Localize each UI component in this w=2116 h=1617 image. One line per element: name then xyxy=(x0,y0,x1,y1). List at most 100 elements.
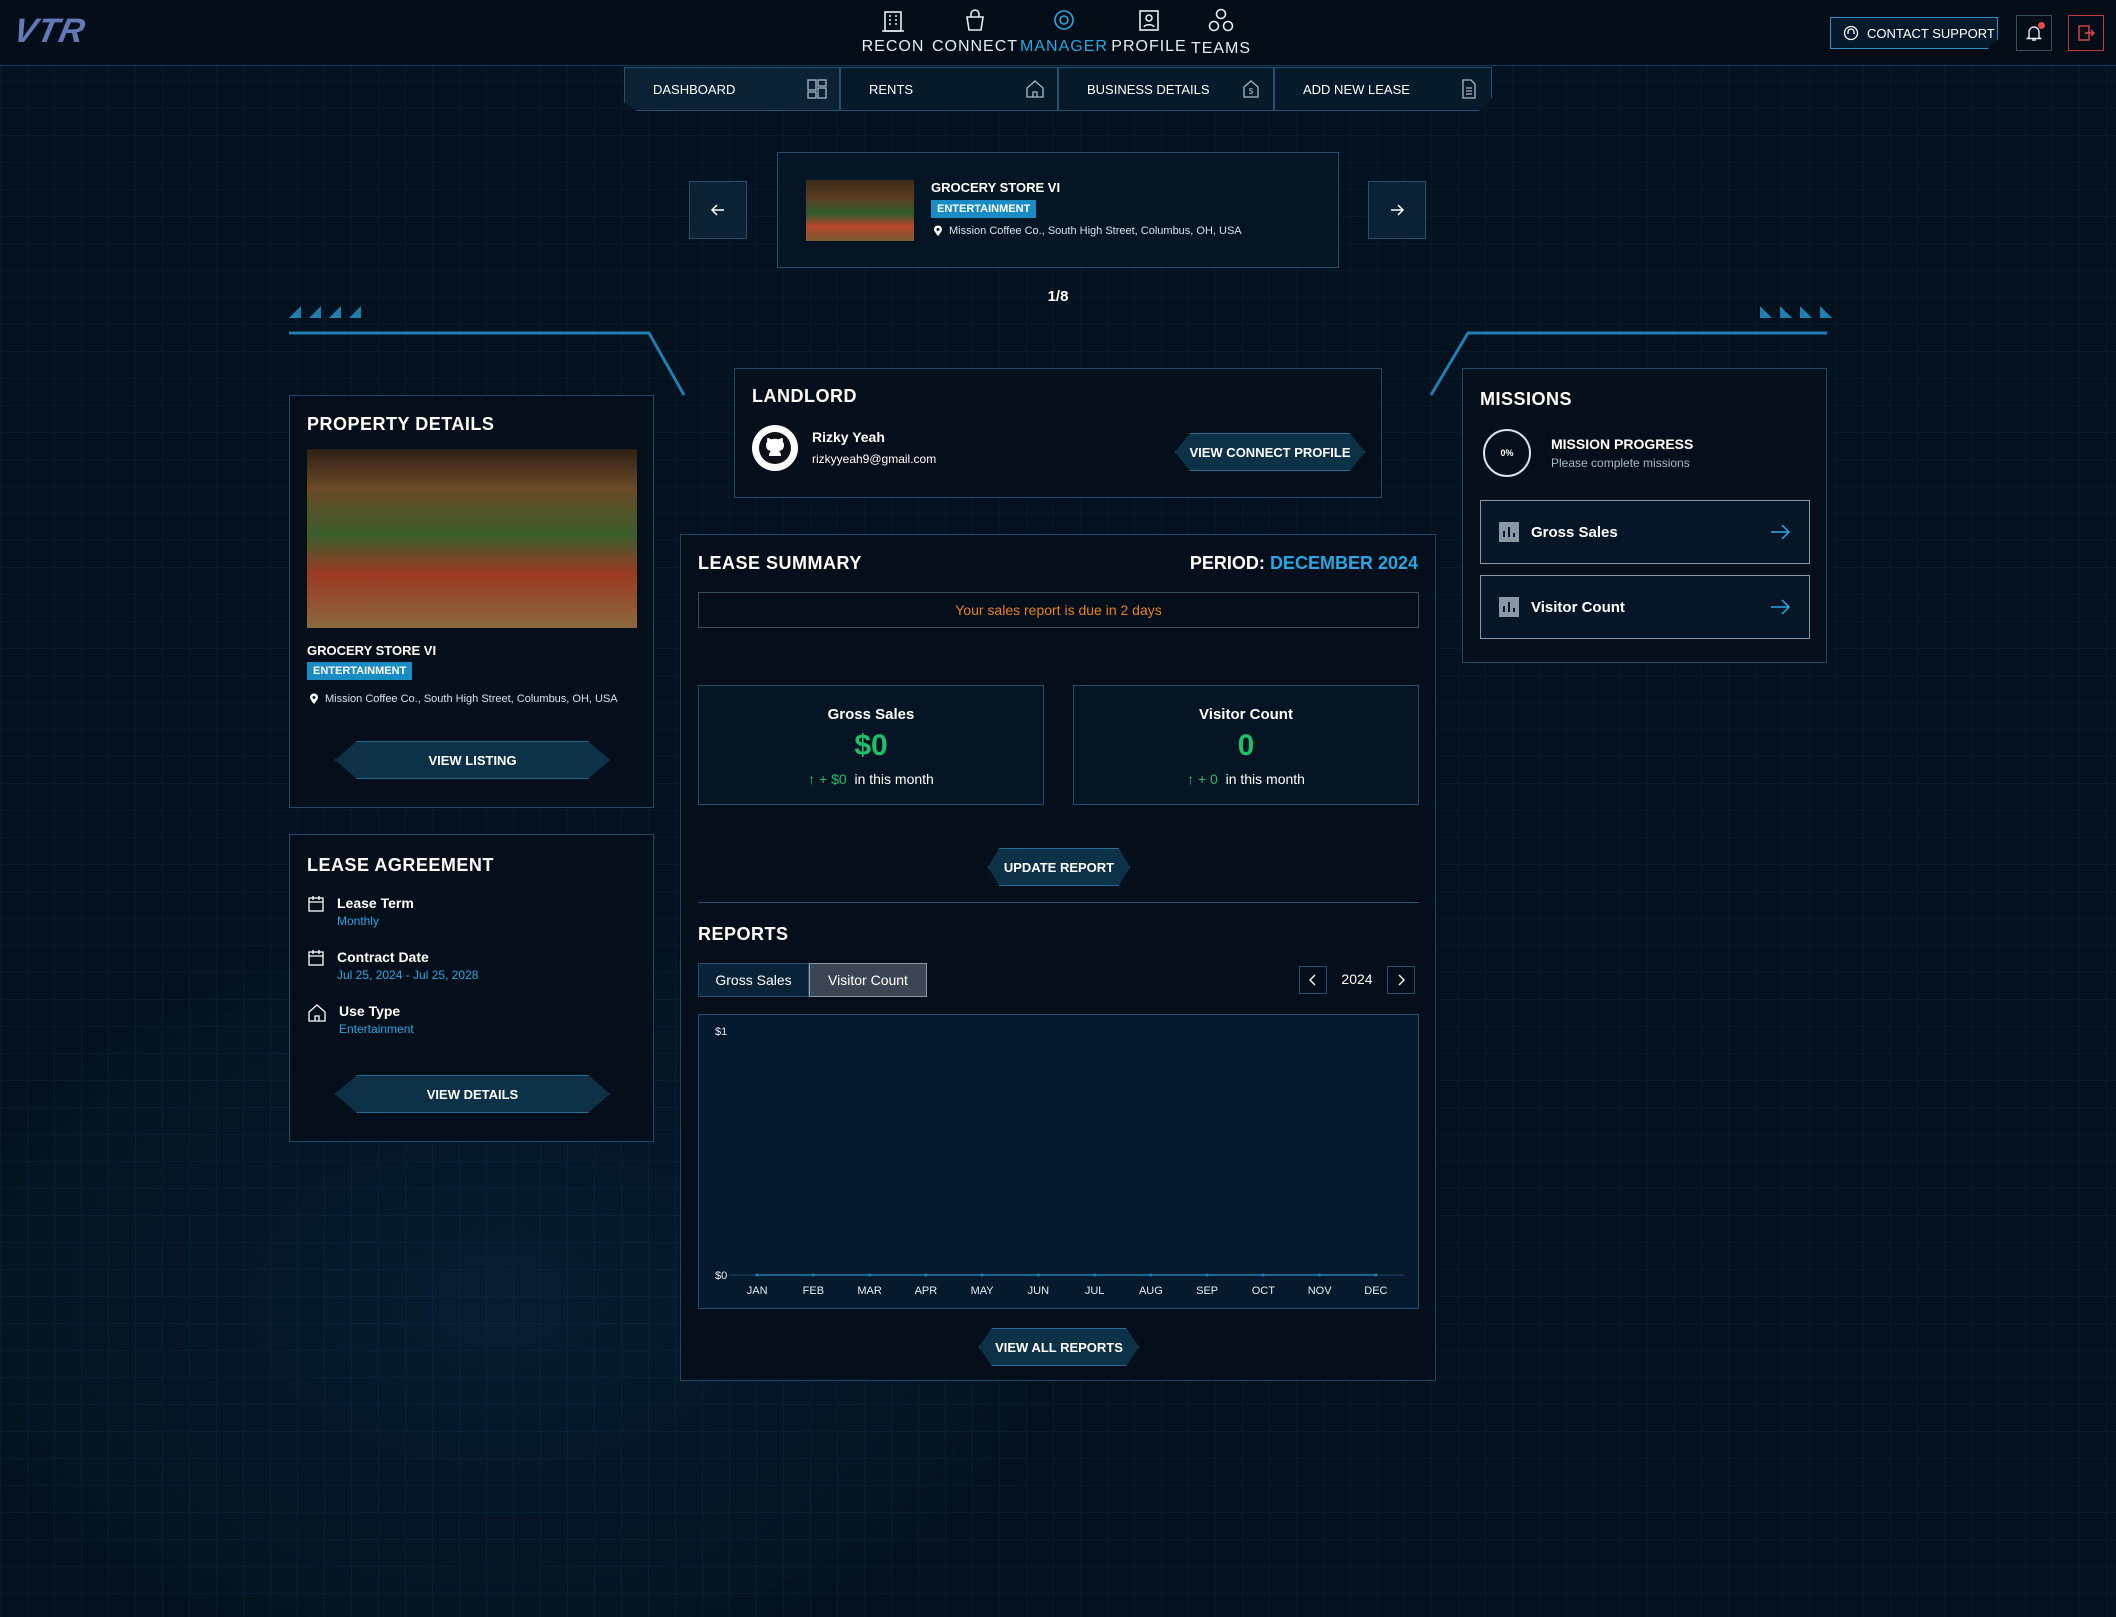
x-tick-label: JAN xyxy=(747,1285,768,1297)
x-tick-label: MAY xyxy=(971,1285,995,1297)
mission-progress-ring: 0% xyxy=(1483,429,1531,477)
tab-label: RENTS xyxy=(869,81,914,97)
mission-visitor-count[interactable]: Visitor Count xyxy=(1480,575,1810,639)
dashboard-icon xyxy=(807,79,827,99)
property-name: GROCERY STORE VI xyxy=(307,643,437,658)
left-frame-decoration xyxy=(289,331,686,396)
nav-connect[interactable]: CONNECT xyxy=(930,6,1020,56)
tab-visitor-count[interactable]: Visitor Count xyxy=(809,963,927,997)
mission-label: Visitor Count xyxy=(1531,598,1625,616)
divider xyxy=(698,902,1419,903)
logout-button[interactable] xyxy=(2068,15,2104,51)
x-tick-label: JUL xyxy=(1085,1285,1105,1297)
visitor-count-title: Visitor Count xyxy=(1199,706,1293,723)
x-tick-label: APR xyxy=(915,1285,938,1297)
year-label: 2024 xyxy=(1341,971,1373,987)
home-icon xyxy=(308,1004,326,1022)
mission-progress-title: MISSION PROGRESS xyxy=(1551,436,1694,452)
building-icon xyxy=(882,11,904,32)
data-point xyxy=(755,1273,759,1277)
tab-dashboard[interactable]: DASHBOARD xyxy=(624,67,840,111)
location-pin-icon xyxy=(310,693,318,704)
arrow-left-icon xyxy=(710,204,724,216)
data-point xyxy=(1374,1273,1378,1277)
missions-heading: MISSIONS xyxy=(1480,389,1573,409)
x-tick-label: MAR xyxy=(857,1285,882,1297)
github-cat-icon xyxy=(759,432,791,464)
contract-date-row: Contract Date Jul 25, 2024 - Jul 25, 2028 xyxy=(307,949,478,982)
lease-term-value: Monthly xyxy=(337,914,380,928)
tab-add-new-lease[interactable]: ADD NEW LEASE xyxy=(1274,67,1492,111)
x-tick-label: AUG xyxy=(1139,1285,1163,1297)
chevron-right-icon xyxy=(1398,974,1405,986)
view-listing-button[interactable]: VIEW LISTING xyxy=(335,741,610,779)
lease-agreement-panel: LEASE AGREEMENT Lease Term Monthly Contra… xyxy=(289,834,654,1142)
tab-label: DASHBOARD xyxy=(653,81,736,97)
carousel-next-button[interactable] xyxy=(1368,181,1426,239)
data-point xyxy=(1318,1273,1322,1277)
tab-gross-sales[interactable]: Gross Sales xyxy=(698,963,809,997)
left-chevrons-decoration xyxy=(289,306,361,318)
data-point xyxy=(1261,1273,1265,1277)
x-tick-label: OCT xyxy=(1252,1285,1276,1297)
update-report-button[interactable]: UPDATE REPORT xyxy=(988,848,1130,886)
mission-gross-sales[interactable]: Gross Sales xyxy=(1480,500,1810,564)
carousel-tag: ENTERTAINMENT xyxy=(931,200,1037,218)
data-point xyxy=(1205,1273,1209,1277)
document-icon xyxy=(1462,79,1476,99)
gross-sales-value: $0 xyxy=(854,729,888,762)
tab-label: ADD NEW LEASE xyxy=(1303,81,1410,97)
x-tick-label: JUN xyxy=(1028,1285,1049,1297)
nav-label: CONNECT xyxy=(931,38,1019,55)
use-type-label: Use Type xyxy=(339,1003,401,1019)
view-connect-profile-button[interactable]: VIEW CONNECT PROFILE xyxy=(1175,433,1365,471)
y-tick-label: $1 xyxy=(715,1026,727,1038)
period-value: DECEMBER 2024 xyxy=(1269,553,1418,573)
tab-label: BUSINESS DETAILS xyxy=(1087,81,1210,97)
property-tag: ENTERTAINMENT xyxy=(307,662,413,680)
landlord-email: rizkyyeah9@gmail.com xyxy=(812,452,937,466)
nav-label: TEAMS xyxy=(1190,40,1252,57)
gross-delta-value: + $0 xyxy=(819,771,847,787)
view-details-button[interactable]: VIEW DETAILS xyxy=(335,1075,610,1113)
lease-summary-panel: LEASE SUMMARY PERIOD: DECEMBER 2024 Your… xyxy=(680,534,1436,1381)
nav-manager[interactable]: MANAGER xyxy=(1019,6,1109,56)
contact-support-button[interactable]: CONTACT SUPPORT xyxy=(1830,17,1998,49)
year-prev-button[interactable] xyxy=(1299,966,1327,994)
property-details-heading: PROPERTY DETAILS xyxy=(307,414,495,434)
visitor-count-delta: ↑ + 0 in this month xyxy=(1074,771,1418,787)
nav-recon[interactable]: RECON xyxy=(848,6,938,56)
home-icon xyxy=(1026,80,1044,98)
gross-sales-card: Gross Sales $0 ↑ + $0 in this month xyxy=(698,685,1044,805)
gross-sales-delta: ↑ + $0 in this month xyxy=(699,771,1043,787)
carousel-title: GROCERY STORE VI xyxy=(931,180,1061,195)
year-next-button[interactable] xyxy=(1387,966,1415,994)
lease-term-label: Lease Term xyxy=(337,895,414,911)
contract-date-value: Jul 25, 2024 - Jul 25, 2028 xyxy=(337,968,479,982)
bag-icon xyxy=(966,9,984,31)
nav-label: MANAGER xyxy=(1020,38,1108,55)
carousel-prev-button[interactable] xyxy=(689,181,747,239)
location-pin-icon xyxy=(934,225,942,236)
nav-teams[interactable]: TEAMS xyxy=(1176,6,1266,58)
view-all-reports-button[interactable]: VIEW ALL REPORTS xyxy=(979,1328,1139,1366)
property-carousel-card[interactable]: GROCERY STORE VI ENTERTAINMENT Mission C… xyxy=(777,152,1339,268)
avatar xyxy=(752,425,798,471)
mission-label: Gross Sales xyxy=(1531,523,1618,541)
logo[interactable]: VTR xyxy=(10,12,89,51)
address-text: Mission Coffee Co., South High Street, C… xyxy=(325,693,618,705)
notifications-button[interactable] xyxy=(2016,15,2052,51)
business-icon: $ xyxy=(1243,80,1259,98)
reports-chart: $1 $0 JAN FEB MAR APR MAY JUN JUL AUG SEP OCT NOV DEC xyxy=(698,1014,1419,1309)
tab-rents[interactable]: RENTS xyxy=(840,67,1058,111)
chevron-left-icon xyxy=(1309,974,1316,986)
property-address: Mission Coffee Co., South High Street, C… xyxy=(309,693,618,705)
tab-business-details[interactable]: BUSINESS DETAILS $ xyxy=(1058,67,1274,111)
landlord-heading: LANDLORD xyxy=(752,386,857,406)
notification-dot xyxy=(2038,22,2045,29)
lease-agreement-heading: LEASE AGREEMENT xyxy=(307,855,494,875)
address-text: Mission Coffee Co., South High Street, C… xyxy=(949,225,1242,237)
calendar-icon xyxy=(308,950,324,966)
property-details-panel: PROPERTY DETAILS GROCERY STORE VI ENTERT… xyxy=(289,395,654,808)
mission-progress-subtitle: Please complete missions xyxy=(1551,456,1690,470)
